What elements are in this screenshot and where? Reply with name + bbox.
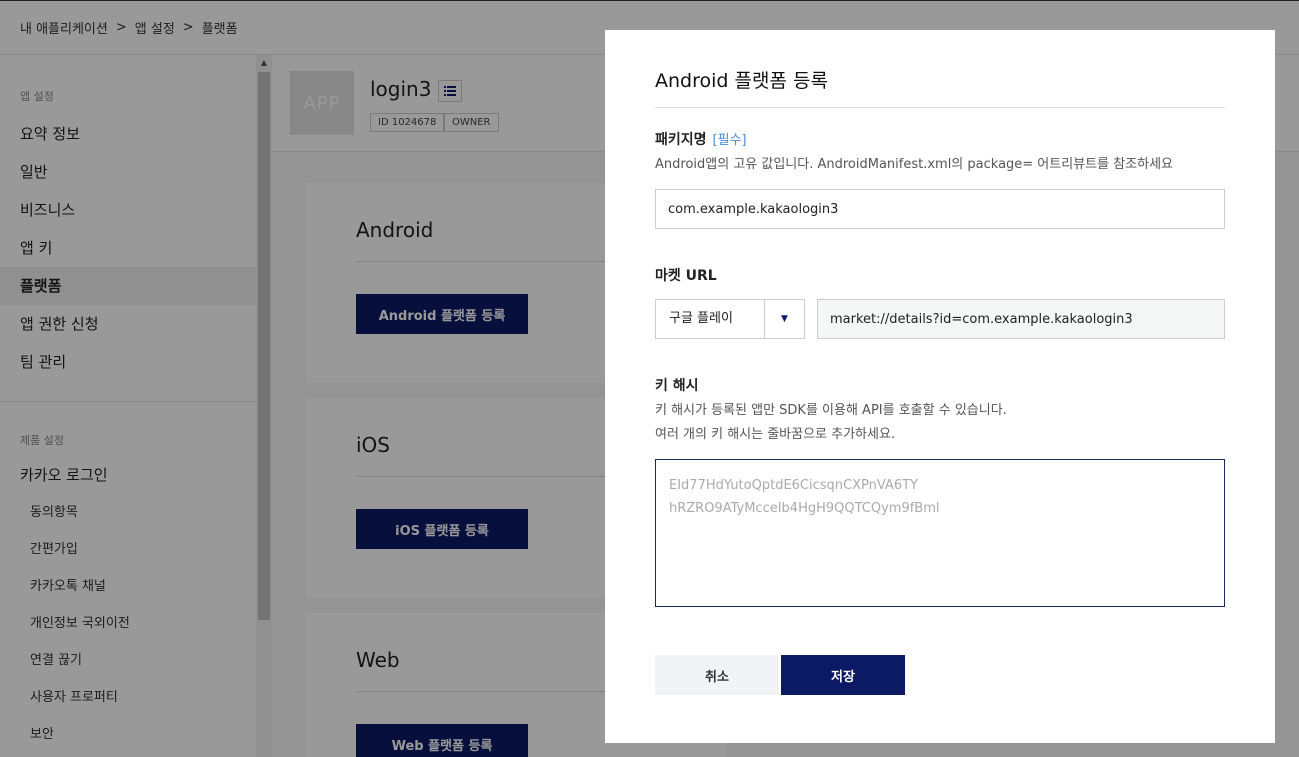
save-button[interactable]: 저장 xyxy=(781,655,905,695)
package-name-label-text: 패키지명 xyxy=(655,132,707,148)
package-name-label: 패키지명 [필수] xyxy=(655,129,747,149)
package-name-input[interactable] xyxy=(655,189,1225,229)
store-select[interactable]: 구글 플레이 ▼ xyxy=(655,299,805,339)
cancel-button[interactable]: 취소 xyxy=(655,655,779,695)
market-url-input[interactable] xyxy=(817,299,1225,339)
modal-title-divider xyxy=(655,107,1225,108)
key-hash-desc-2: 여러 개의 키 해시는 줄바꿈으로 추가하세요. xyxy=(655,427,896,442)
modal-title: Android 플랫폼 등록 xyxy=(655,70,828,92)
android-platform-modal: Android 플랫폼 등록 패키지명 [필수] Android앱의 고유 값입니… xyxy=(605,30,1275,743)
key-hash-textarea[interactable] xyxy=(655,459,1225,607)
market-url-label: 마켓 URL xyxy=(655,268,717,284)
key-hash-desc-1: 키 해시가 등록된 앱만 SDK를 이용해 API를 호출할 수 있습니다. xyxy=(655,403,1007,418)
required-mark: [필수] xyxy=(712,133,747,148)
store-select-value: 구글 플레이 xyxy=(669,311,733,326)
key-hash-label: 키 해시 xyxy=(655,378,699,394)
package-name-desc: Android앱의 고유 값입니다. AndroidManifest.xml의 … xyxy=(655,157,1174,172)
caret-down-icon: ▼ xyxy=(764,300,804,338)
